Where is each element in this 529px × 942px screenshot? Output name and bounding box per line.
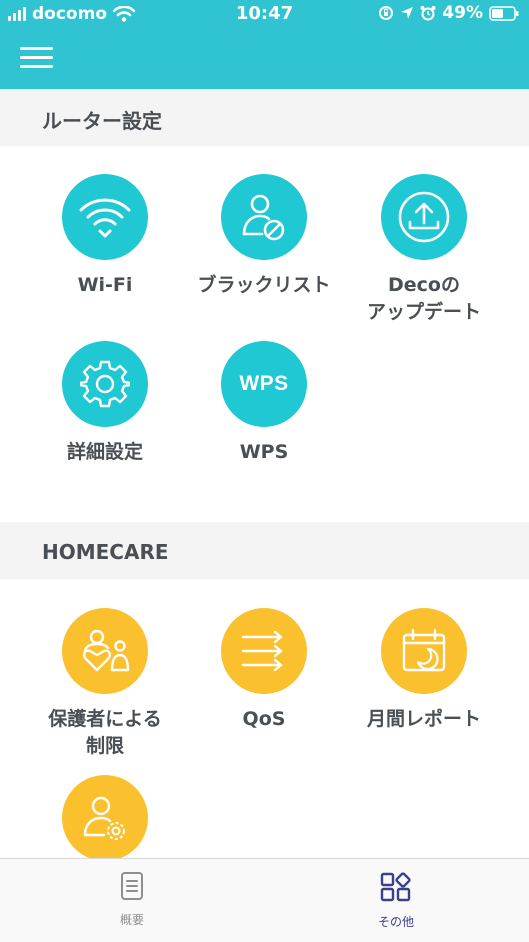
tile-advanced-settings[interactable]: 詳細設定: [20, 341, 190, 466]
tile-wps[interactable]: WPS WPS: [179, 341, 349, 466]
user-gear-icon: [62, 775, 148, 861]
wifi-icon: [62, 174, 148, 260]
location-icon: [401, 7, 414, 19]
tile-profile-settings[interactable]: [20, 775, 190, 861]
tile-label-deco-update-line1: Decoの: [388, 274, 460, 296]
tab-more[interactable]: その他: [336, 871, 456, 930]
family-heart-icon: [62, 608, 148, 694]
wps-icon: WPS: [221, 341, 307, 427]
tile-parental-controls[interactable]: 保護者による 制限: [20, 608, 190, 760]
tile-wifi[interactable]: Wi-Fi: [20, 174, 190, 299]
tile-monthly-report[interactable]: 月間レポート: [339, 608, 509, 733]
tile-label-monthly-report: 月間レポート: [366, 708, 481, 730]
bottom-tab-bar: 概要 その他: [0, 858, 529, 942]
wps-icon-text: WPS: [239, 372, 289, 395]
alarm-icon: [420, 6, 436, 21]
document-icon: [121, 872, 143, 900]
section-title-homecare: HOMECARE: [42, 540, 169, 564]
app-header: [0, 28, 529, 89]
battery-percent: 49%: [442, 3, 483, 23]
tile-label-parental-line1: 保護者による: [48, 708, 162, 730]
tile-blacklist[interactable]: ブラックリスト: [179, 174, 349, 299]
section-title-router: ルーター設定: [42, 109, 162, 133]
user-blocked-icon: [221, 174, 307, 260]
status-right: 49%: [378, 3, 519, 23]
arrows-icon: [221, 608, 307, 694]
tab-label-overview: 概要: [119, 913, 144, 927]
calendar-moon-icon: [381, 608, 467, 694]
tile-label-blacklist: ブラックリスト: [197, 274, 331, 296]
tile-deco-update[interactable]: Decoの アップデート: [339, 174, 509, 326]
battery-icon: [489, 5, 519, 21]
grid-icon: [380, 872, 411, 902]
tile-label-qos: QoS: [242, 708, 286, 730]
tile-label-wifi: Wi-Fi: [77, 274, 133, 296]
tile-label-deco-update-line2: アップデート: [366, 301, 481, 323]
tile-qos[interactable]: QoS: [179, 608, 349, 733]
tab-label-more: その他: [377, 915, 414, 929]
rotation-lock-icon: [379, 6, 394, 20]
tile-label-wps: WPS: [239, 441, 289, 463]
gear-icon: [62, 341, 148, 427]
tile-label-deco-update: Decoの アップデート: [339, 272, 509, 326]
tile-label-parental-controls: 保護者による 制限: [20, 706, 190, 760]
tab-overview[interactable]: 概要: [72, 871, 192, 928]
upload-icon: [381, 174, 467, 260]
tile-label-advanced-settings: 詳細設定: [66, 441, 143, 463]
hamburger-menu-icon[interactable]: [20, 47, 53, 69]
section-header-router: ルーター設定: [0, 89, 529, 146]
section-header-homecare: HOMECARE: [0, 522, 529, 579]
status-bar: docomo 10:47 49%: [0, 0, 529, 28]
tile-label-parental-line2: 制限: [85, 735, 124, 757]
